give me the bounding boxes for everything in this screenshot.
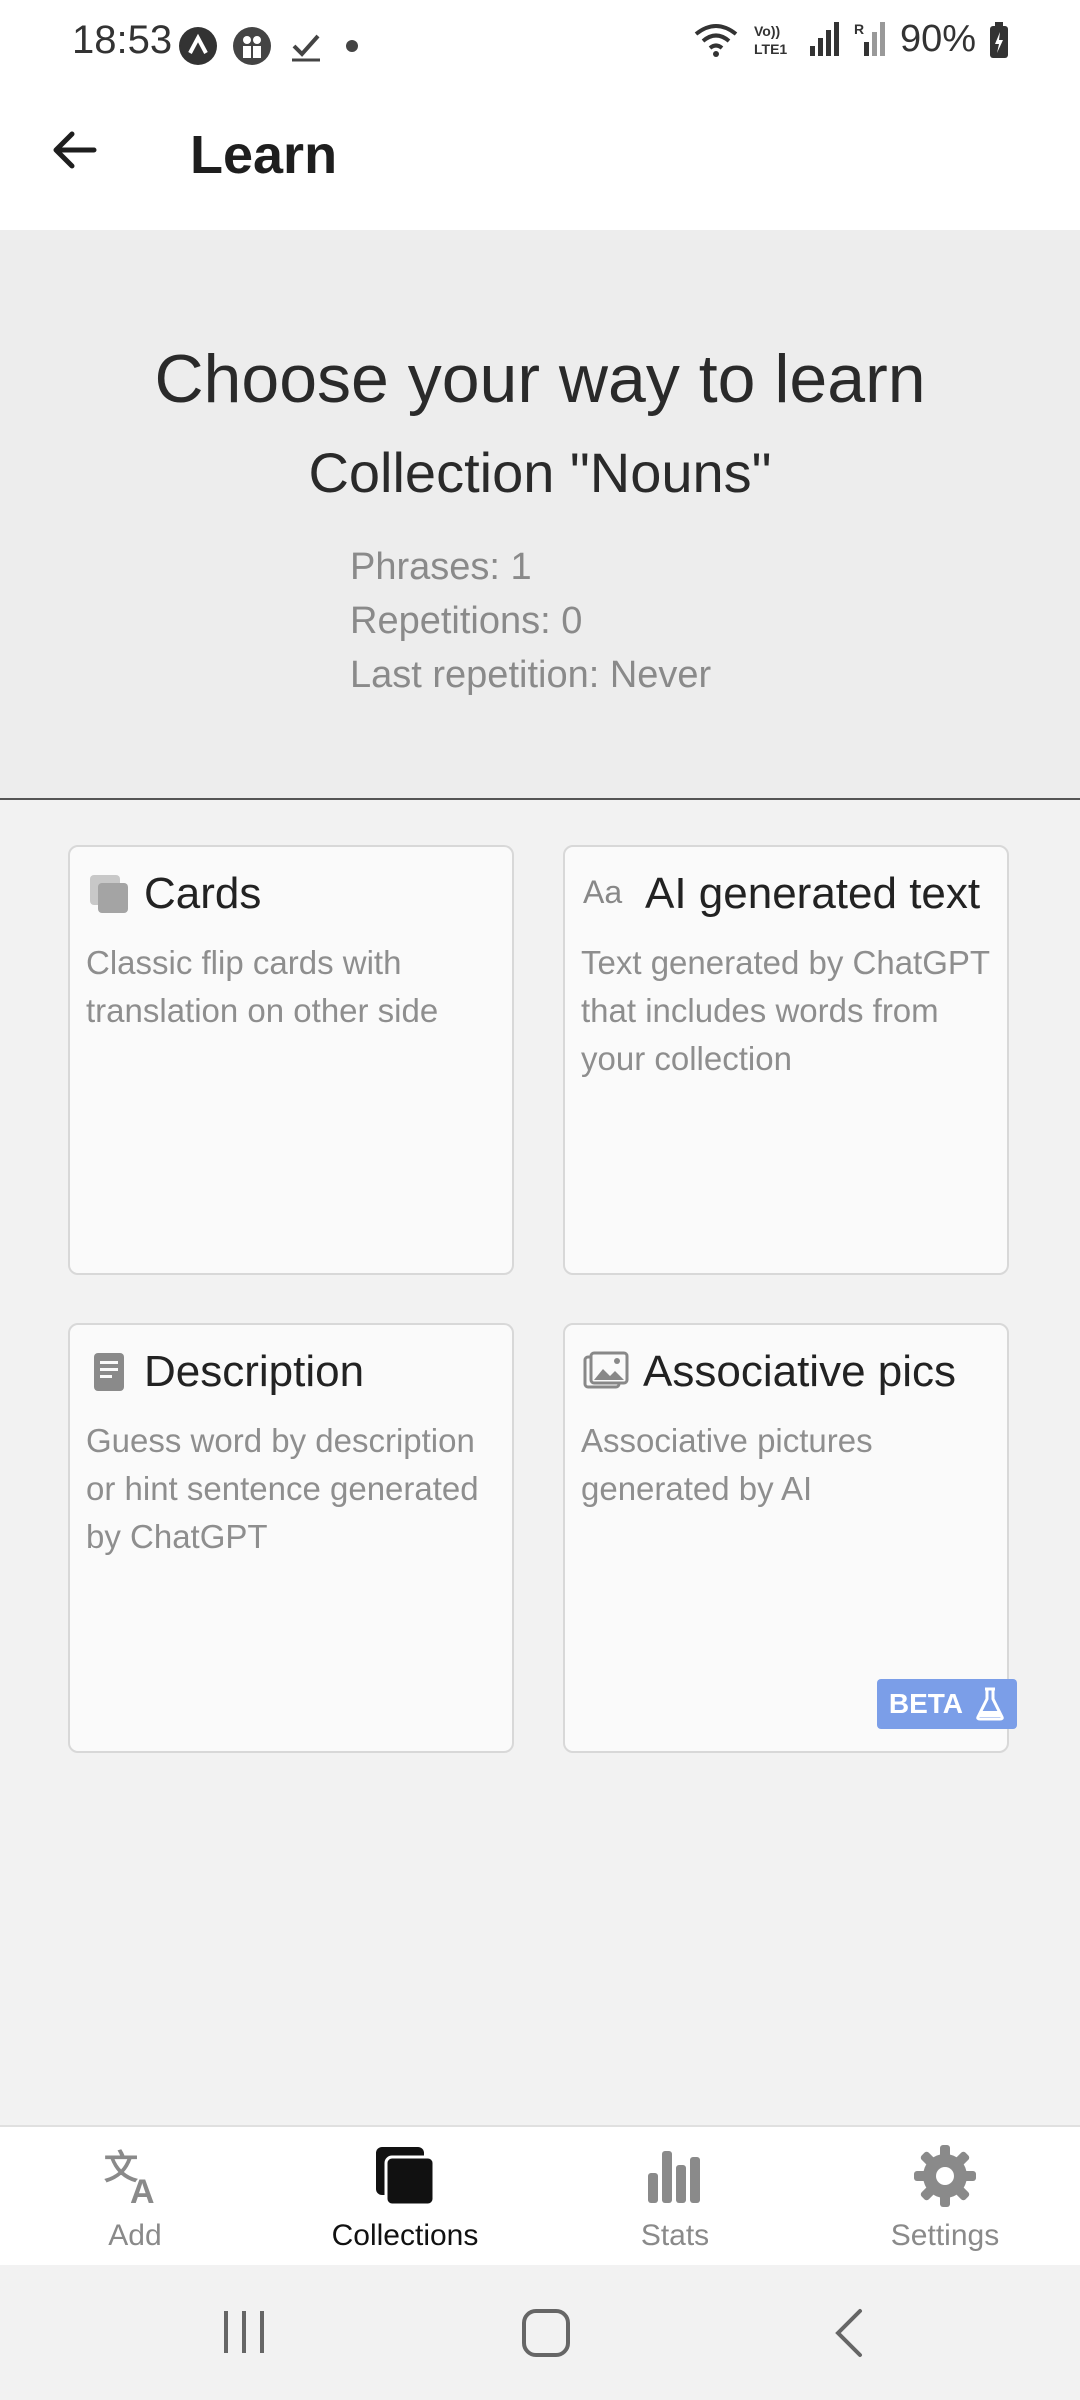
users-icon [233, 27, 271, 65]
wifi-icon [694, 23, 738, 57]
image-icon [583, 1351, 629, 1389]
bottom-navigation: 文A Add Collections Stats Settings [0, 2125, 1080, 2267]
svg-text:Aa: Aa [583, 874, 622, 910]
signal-icon [809, 21, 839, 56]
repetitions-count: Repetitions: 0 [350, 600, 583, 642]
status-system-icons: Vo)) LTE1 R 90% [692, 18, 1010, 61]
nav-stats[interactable]: Stats [540, 2127, 810, 2267]
status-time: 18:53 [72, 18, 173, 62]
status-bar: 18:53 Vo)) LTE1 R 90% [0, 0, 1080, 92]
nav-label: Add [108, 2219, 162, 2252]
card-description: Text generated by ChatGPT that includes … [581, 944, 990, 1077]
status-notification-icons [178, 26, 364, 66]
card-description: Classic flip cards with translation on o… [86, 944, 439, 1029]
app-a-icon [179, 27, 217, 65]
last-repetition: Last repetition: Never [350, 654, 712, 696]
card-title: Description [144, 1347, 365, 1396]
gear-icon [914, 2145, 976, 2207]
battery-icon [990, 21, 1008, 58]
nav-collections[interactable]: Collections [270, 2127, 540, 2267]
arrow-left-icon [53, 131, 97, 169]
app-bar: Learn [0, 92, 1080, 230]
card-title: Cards [144, 869, 262, 918]
check-icon [292, 34, 320, 62]
dot-icon [346, 40, 358, 52]
mode-card-associative-pics[interactable]: Associative pics Associative pictures ge… [563, 1323, 1017, 1753]
battery-percent: 90% [899, 18, 976, 60]
collection-summary: Choose your way to learn Collection "Nou… [0, 230, 1080, 800]
nav-label: Stats [640, 2219, 710, 2252]
collection-name: Collection "Nouns" [308, 441, 772, 504]
page-title: Learn [190, 125, 338, 185]
home-icon[interactable] [518, 2305, 574, 2361]
mode-card-ai-text[interactable]: Aa AI generated text Text generated by C… [563, 845, 1009, 1275]
card-description: Associative pictures generated by AI [581, 1422, 873, 1507]
cards-icon [90, 875, 128, 913]
stats-icon [648, 2151, 700, 2203]
nav-label: Collections [331, 2219, 479, 2252]
recents-icon[interactable] [218, 2307, 270, 2357]
roaming-signal-icon: R [854, 21, 885, 56]
hero-title: Choose your way to learn [154, 341, 926, 417]
svg-text:Vo)): Vo)) [754, 23, 780, 39]
text-aa-icon: Aa [583, 874, 622, 910]
nav-label: Settings [890, 2219, 1000, 2252]
svg-text:LTE1: LTE1 [754, 41, 787, 57]
svg-text:R: R [854, 21, 864, 37]
volte-icon: Vo)) LTE1 [754, 23, 787, 57]
phrases-count: Phrases: 1 [350, 546, 532, 588]
back-nav-icon[interactable] [828, 2305, 872, 2361]
flask-icon [976, 1687, 1004, 1721]
nav-settings[interactable]: Settings [810, 2127, 1080, 2267]
collections-icon [376, 2147, 436, 2207]
mode-card-description[interactable]: Description Guess word by description or… [68, 1323, 514, 1753]
card-description: Guess word by description or hint senten… [86, 1422, 479, 1555]
mode-card-cards[interactable]: Cards Classic flip cards with translatio… [68, 845, 514, 1275]
system-navigation [0, 2265, 1080, 2400]
translate-icon: 文A [104, 2149, 155, 2209]
back-button[interactable] [44, 120, 104, 180]
beta-label: BETA [888, 1688, 963, 1719]
nav-add[interactable]: 文A Add [0, 2127, 270, 2267]
beta-badge: BETA [876, 1679, 1017, 1729]
document-icon [94, 1353, 124, 1391]
svg-text:A: A [130, 2173, 155, 2209]
card-title: Associative pics [643, 1347, 957, 1396]
collection-stats: Phrases: 1 Repetitions: 0 Last repetitio… [350, 540, 711, 702]
card-title: AI generated text [645, 869, 981, 918]
